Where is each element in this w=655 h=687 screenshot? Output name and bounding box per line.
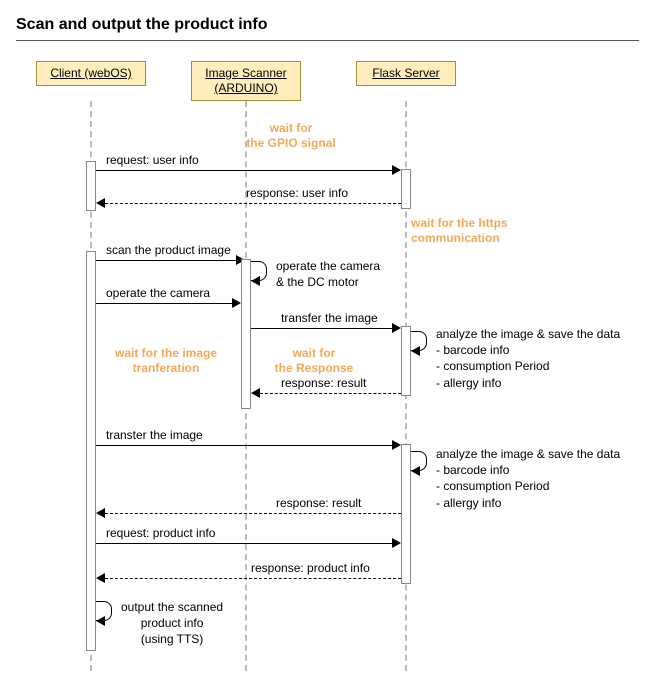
lifeline-scanner: Image Scanner (ARDUINO) (191, 61, 301, 101)
txt: wait for (293, 346, 336, 360)
lifeline-scanner-label1: Image Scanner (205, 66, 286, 80)
msg-label: operate the camera (106, 286, 210, 300)
txt: analyze the image & save the data (436, 327, 620, 341)
txt: tranferation (133, 361, 200, 375)
lifeline-server: Flask Server (356, 61, 456, 86)
txt: - barcode info (436, 343, 509, 357)
lifeline-client: Client (webOS) (36, 61, 146, 86)
activation-client-2 (86, 251, 96, 651)
msg-label: response: product info (251, 561, 370, 575)
msg-label: request: user info (106, 153, 199, 167)
sequence-diagram: Client (webOS) Image Scanner (ARDUINO) F… (16, 61, 636, 671)
txt: the Response (275, 361, 354, 375)
txt: - consumption Period (436, 479, 549, 493)
activation-server-2 (401, 326, 411, 396)
note-https-l2: communication (411, 231, 500, 245)
selfmsg-analyze-2-text: analyze the image & save the data - barc… (436, 446, 620, 511)
title-underline (16, 40, 639, 41)
note-https: wait for the https communication (411, 216, 531, 246)
note-https-l1: wait for the https (411, 216, 508, 230)
diagram-title: Scan and output the product info (16, 16, 639, 34)
lifeline-client-label: Client (webOS) (50, 66, 131, 80)
note-gpio: wait for the GPIO signal (246, 121, 336, 151)
note-gpio-l1: wait for (270, 121, 313, 135)
msg-label: response: user info (246, 186, 348, 200)
txt: - consumption Period (436, 359, 549, 373)
lifeline-scanner-label2: (ARDUINO) (214, 81, 277, 95)
txt: - allergy info (436, 496, 501, 510)
msg-label: transfer the image (281, 311, 378, 325)
note-wait-response: wait for the Response (269, 346, 359, 376)
activation-server-1 (401, 169, 411, 209)
lifeline-server-label: Flask Server (372, 66, 439, 80)
txt: operate the camera (276, 259, 380, 273)
selfmsg-operate-camera-text: operate the camera & the DC motor (276, 258, 380, 290)
activation-scanner-1 (241, 259, 251, 409)
msg-label: request: product info (106, 526, 215, 540)
msg-label: response: result (276, 496, 361, 510)
msg-label: transter the image (106, 428, 203, 442)
txt: & the DC motor (276, 275, 359, 289)
txt: - barcode info (436, 463, 509, 477)
txt: wait for the image (115, 346, 217, 360)
txt: - allergy info (436, 376, 501, 390)
activation-client-1 (86, 161, 96, 211)
note-image-transfer: wait for the image tranferation (106, 346, 226, 376)
selfmsg-output-tts-text: output the scanned product info (using T… (121, 599, 223, 648)
msg-label: scan the product image (106, 243, 231, 257)
selfmsg-analyze-1-text: analyze the image & save the data - barc… (436, 326, 620, 391)
txt: analyze the image & save the data (436, 447, 620, 461)
txt: output the scanned (121, 600, 223, 614)
note-gpio-l2: the GPIO signal (246, 136, 335, 150)
txt: (using TTS) (141, 632, 203, 646)
txt: product info (141, 616, 204, 630)
msg-label: response: result (281, 376, 366, 390)
activation-server-3 (401, 444, 411, 584)
